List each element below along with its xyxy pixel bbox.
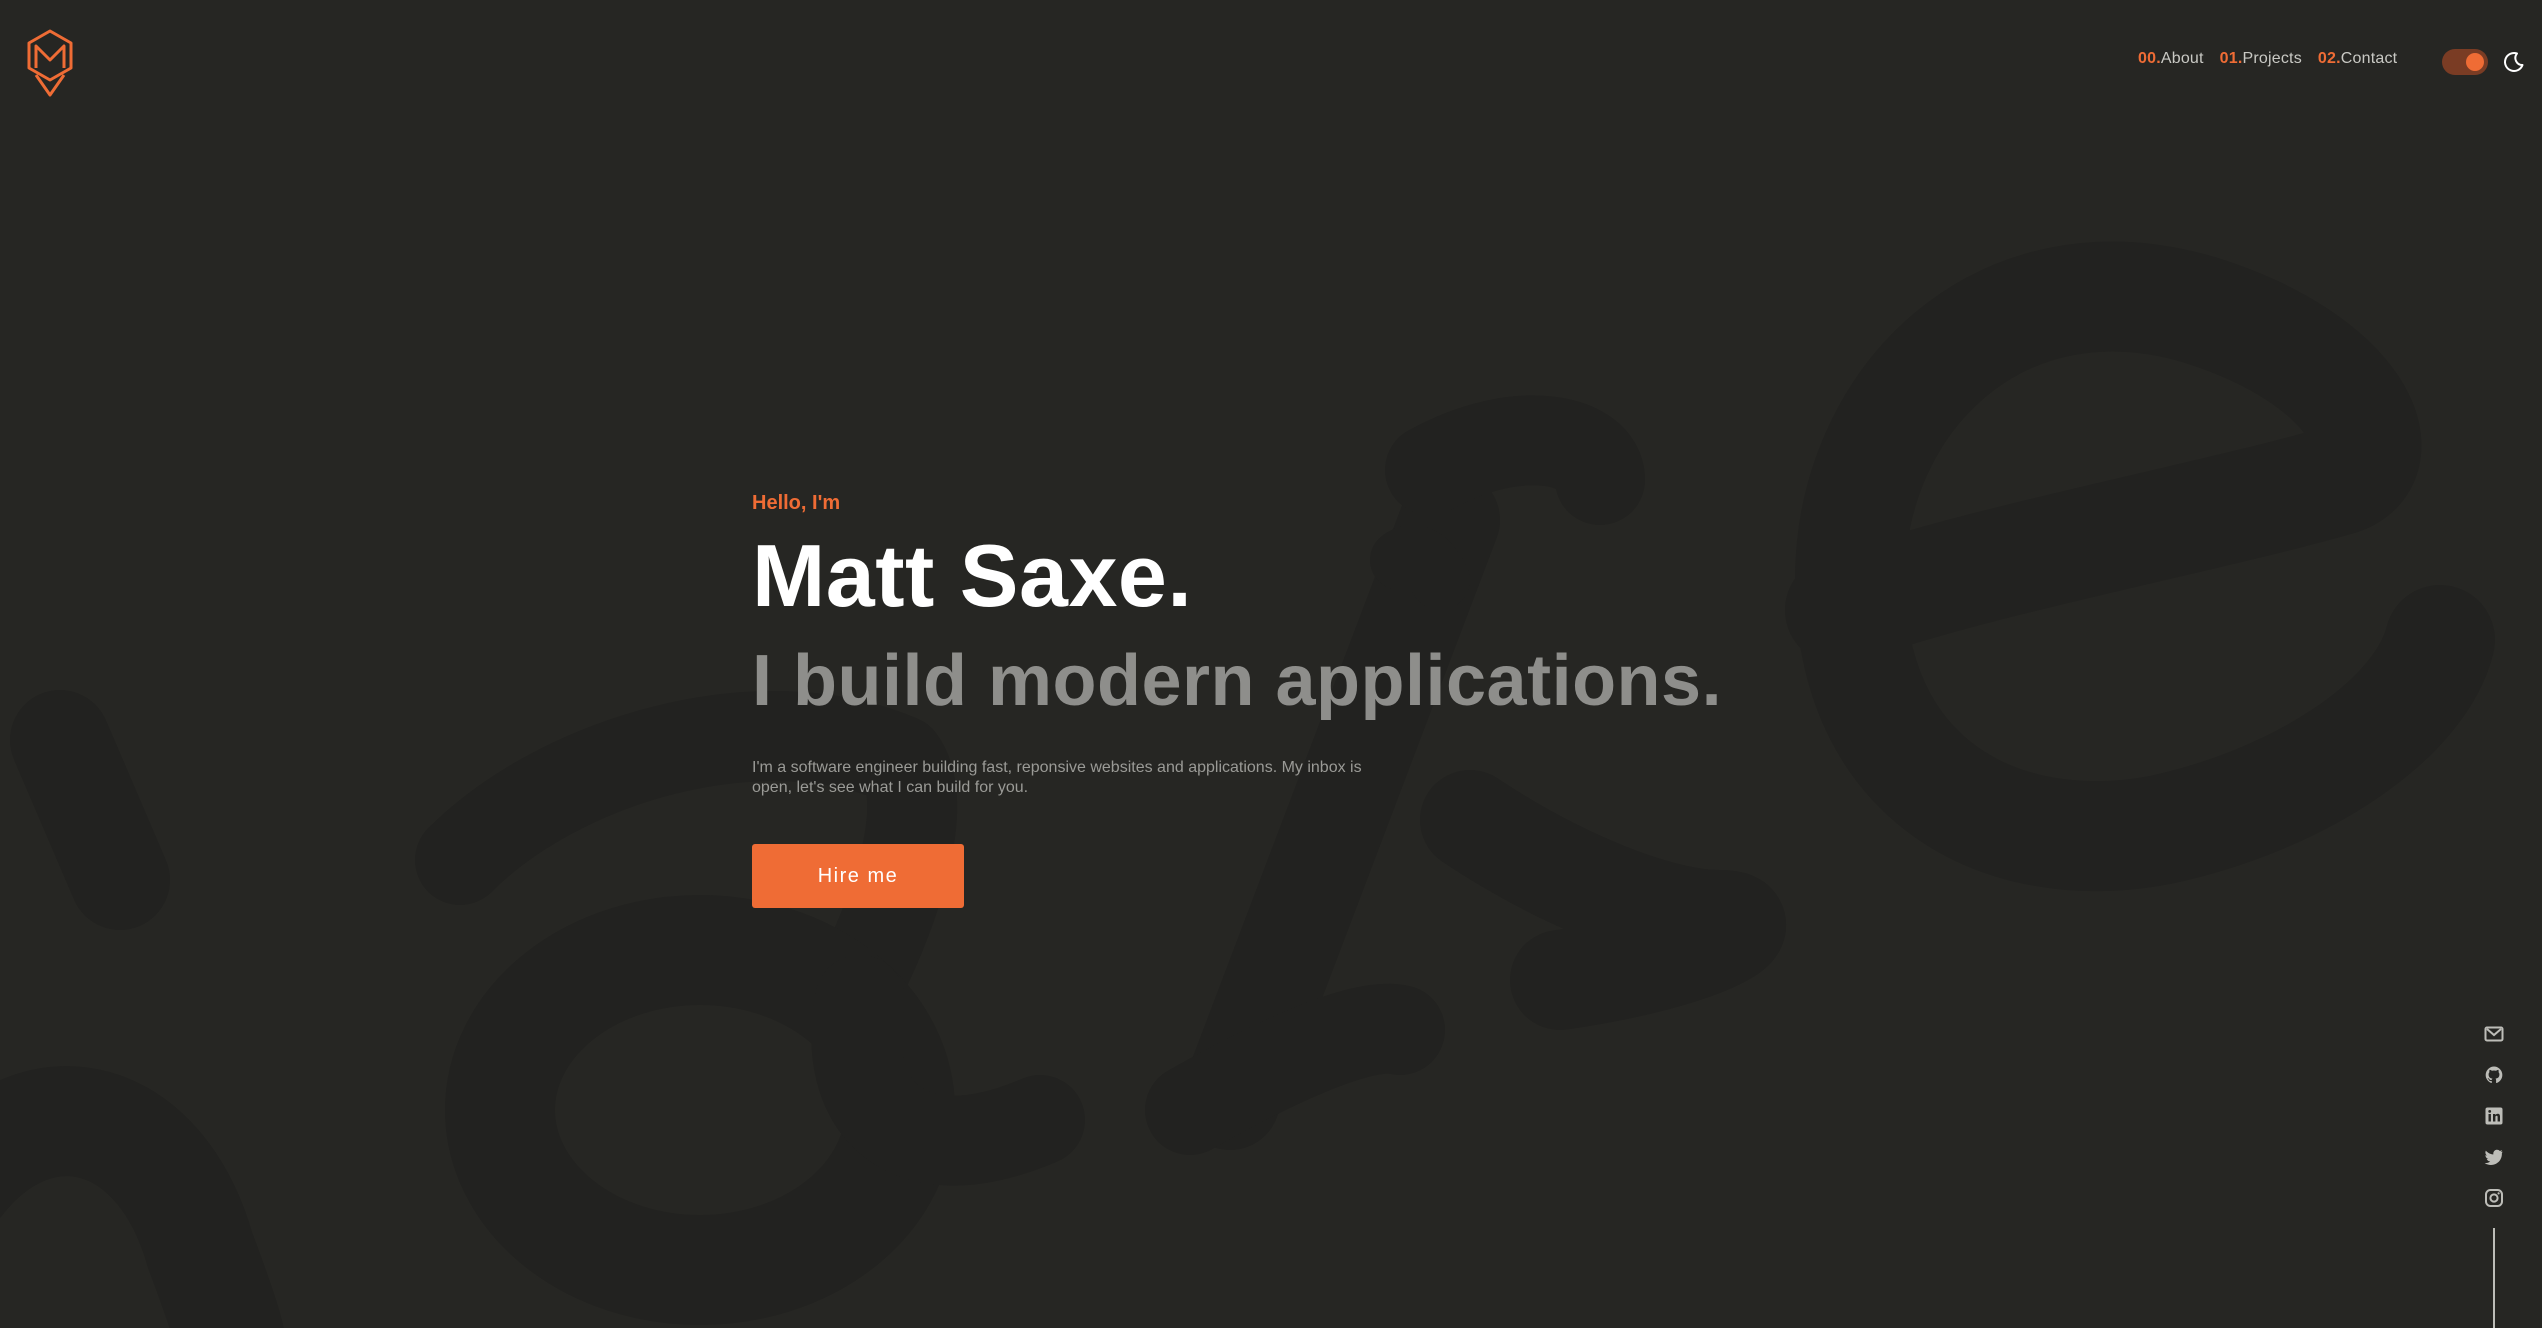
social-divider-line	[2493, 1228, 2495, 1328]
hero-section: Hello, I'm Matt Saxe. I build modern app…	[752, 492, 2052, 908]
nav-item-about[interactable]: 00.About	[2138, 50, 2204, 68]
moon-icon[interactable]	[2502, 50, 2526, 74]
instagram-icon[interactable]	[2484, 1188, 2504, 1208]
nav-label: Contact	[2340, 50, 2398, 67]
hero-bio: I'm a software engineer building fast, r…	[752, 759, 1362, 796]
nav-number: 01.	[2219, 50, 2243, 67]
main-nav: 00.About 01.Projects 02.Contact	[2138, 50, 2397, 68]
github-icon[interactable]	[2484, 1065, 2504, 1085]
toggle-knob	[2466, 53, 2484, 71]
hire-me-button[interactable]: Hire me	[752, 844, 964, 908]
greeting: Hello, I'm	[752, 492, 841, 514]
nav-label: Projects	[2242, 50, 2302, 67]
nav-item-projects[interactable]: 01.Projects	[2220, 50, 2302, 68]
m-hexagon-logo-icon[interactable]	[26, 28, 74, 98]
linkedin-icon[interactable]	[2484, 1106, 2504, 1126]
nav-number: 00.	[2138, 50, 2161, 67]
page: 00.About 01.Projects 02.Contact Hello, I…	[0, 0, 2542, 1328]
theme-toggle[interactable]	[2442, 49, 2488, 75]
social-links	[2484, 1024, 2504, 1229]
nav-item-contact[interactable]: 02.Contact	[2318, 50, 2397, 68]
nav-label: About	[2160, 50, 2204, 67]
nav-number: 02.	[2317, 50, 2341, 67]
hero-name: Matt Saxe.	[752, 526, 1193, 625]
hero-tagline: I build modern applications.	[752, 641, 1723, 721]
gmail-icon[interactable]	[2484, 1024, 2504, 1044]
twitter-icon[interactable]	[2484, 1147, 2504, 1167]
